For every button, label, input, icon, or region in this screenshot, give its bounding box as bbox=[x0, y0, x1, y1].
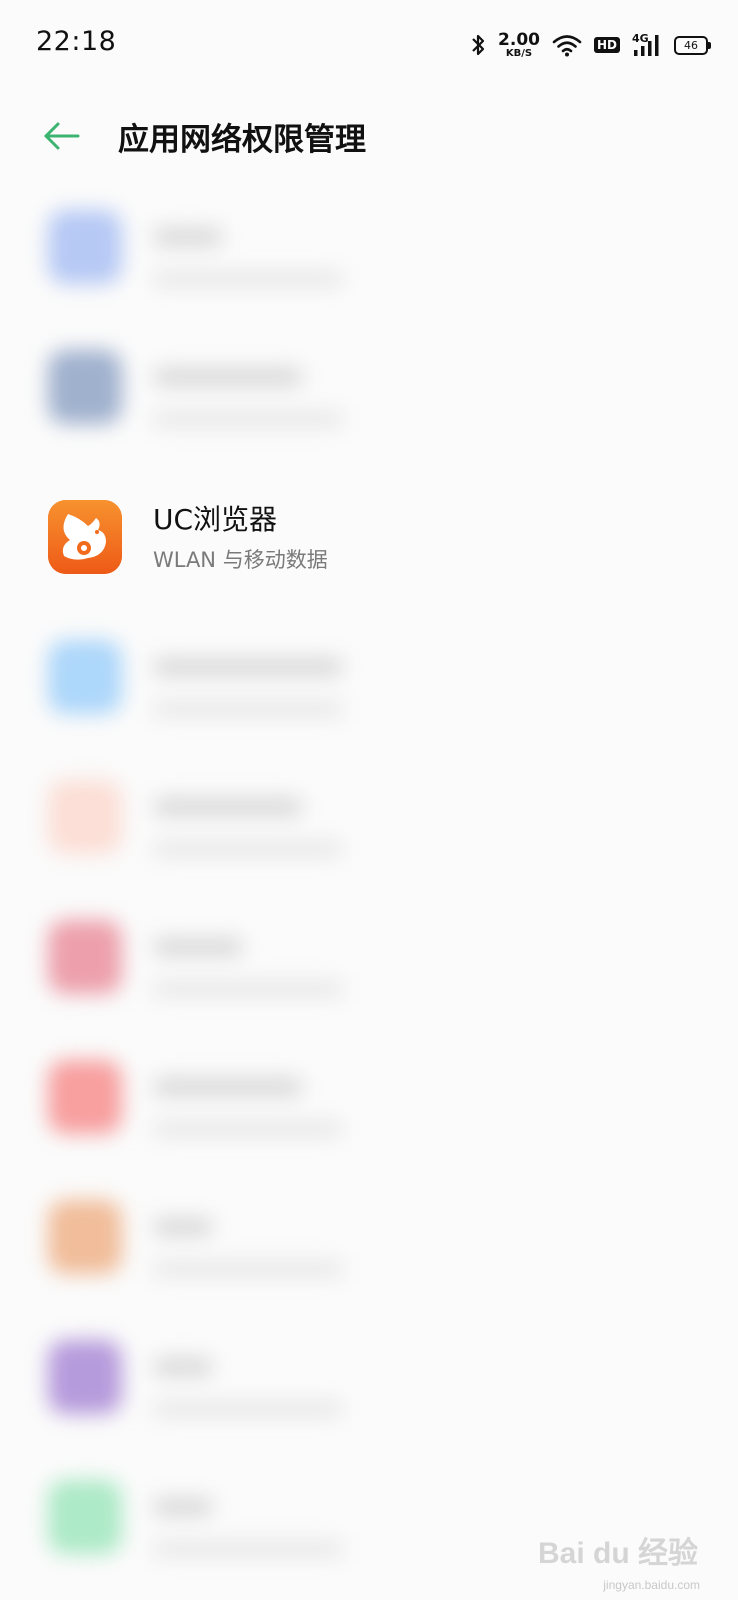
blurred-app-subtitle bbox=[153, 272, 343, 286]
blurred-app-icon bbox=[48, 1200, 122, 1274]
network-speed-value: 2.00 bbox=[498, 29, 540, 50]
blurred-app-icon bbox=[48, 350, 122, 424]
list-item-blurred[interactable] bbox=[0, 330, 738, 470]
blurred-app-subtitle bbox=[153, 1122, 343, 1136]
blurred-app-subtitle bbox=[153, 1402, 343, 1416]
uc-browser-squirrel-icon bbox=[48, 500, 122, 574]
list-item-blurred[interactable] bbox=[0, 620, 738, 760]
back-button[interactable] bbox=[40, 114, 84, 158]
blurred-app-subtitle bbox=[153, 1262, 343, 1276]
watermark-url: jingyan.baidu.com bbox=[603, 1578, 700, 1592]
hd-badge: HD bbox=[593, 37, 620, 53]
blurred-app-icon bbox=[48, 1480, 122, 1554]
signal-bars-icon bbox=[634, 35, 659, 56]
blurred-app-subtitle bbox=[153, 1542, 343, 1556]
list-item-blurred[interactable] bbox=[0, 190, 738, 330]
list-item-uc-browser[interactable]: UC浏览器 WLAN 与移动数据 bbox=[0, 480, 738, 620]
blurred-app-subtitle bbox=[153, 842, 343, 856]
list-item-blurred[interactable] bbox=[0, 1320, 738, 1460]
blurred-app-icon bbox=[48, 1340, 122, 1414]
blurred-app-name bbox=[153, 658, 343, 676]
app-name: UC浏览器 bbox=[153, 503, 278, 536]
blurred-app-name bbox=[153, 1358, 213, 1376]
list-item-blurred[interactable] bbox=[0, 760, 738, 900]
battery-indicator: 46 bbox=[674, 35, 711, 55]
baidu-jingyan-watermark: Bai du 经验 bbox=[537, 1537, 698, 1570]
blurred-app-name bbox=[153, 798, 303, 816]
wifi-icon bbox=[552, 35, 582, 57]
blurred-app-subtitle bbox=[153, 702, 343, 716]
blurred-app-icon bbox=[48, 920, 122, 994]
page-title: 应用网络权限管理 bbox=[118, 122, 366, 158]
network-speed-unit: KB/S bbox=[505, 47, 533, 59]
bluetooth-icon bbox=[472, 34, 485, 56]
list-item-blurred[interactable] bbox=[0, 1180, 738, 1320]
blurred-app-subtitle bbox=[153, 412, 343, 426]
blurred-app-name bbox=[153, 1218, 213, 1236]
blurred-app-name bbox=[153, 368, 303, 386]
status-icons: 2.00 KB/S HD 4G 46 bbox=[470, 29, 711, 60]
back-arrow-icon bbox=[44, 122, 80, 150]
app-permission: WLAN 与移动数据 bbox=[153, 548, 328, 572]
status-time: 22:18 bbox=[36, 26, 117, 57]
blurred-app-subtitle bbox=[153, 982, 343, 996]
cellular-signal: 4G bbox=[632, 32, 662, 58]
list-item-blurred[interactable] bbox=[0, 1040, 738, 1180]
blurred-app-icon bbox=[48, 640, 122, 714]
list-item-blurred[interactable] bbox=[0, 900, 738, 1040]
blurred-app-icon bbox=[48, 780, 122, 854]
blurred-app-icon bbox=[48, 1060, 122, 1134]
blurred-app-name bbox=[153, 1078, 303, 1096]
blurred-app-icon bbox=[48, 210, 122, 284]
page-header: 应用网络权限管理 bbox=[0, 100, 738, 170]
blurred-app-name bbox=[153, 938, 243, 956]
blurred-app-name bbox=[153, 1498, 213, 1516]
network-speed: 2.00 KB/S bbox=[498, 29, 540, 59]
status-bar: 22:18 2.00 KB/S HD 4G 46 bbox=[0, 0, 738, 90]
blurred-app-name bbox=[153, 228, 223, 246]
